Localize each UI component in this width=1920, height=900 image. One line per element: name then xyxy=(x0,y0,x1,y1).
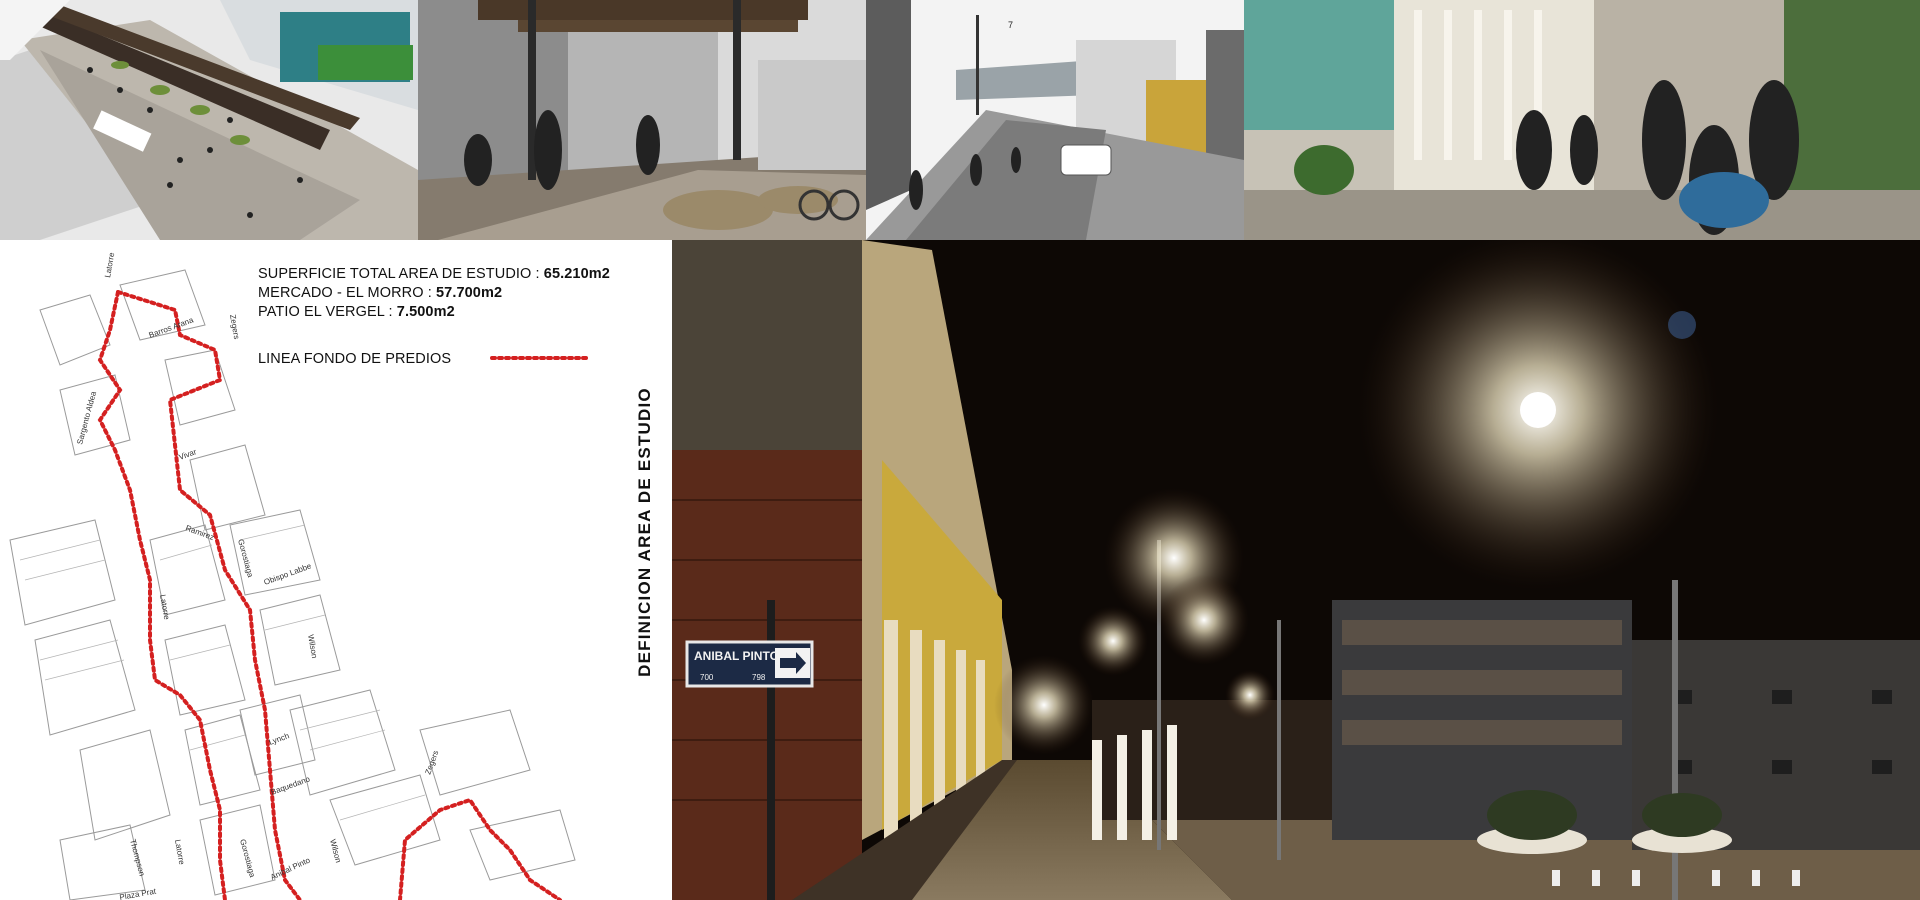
study-area-map-drawing: Latorre Barros Arana Zegers Sargento Ald… xyxy=(9,251,576,900)
market-area-value: 57.700m2 xyxy=(436,285,503,301)
render-label: 7 xyxy=(1008,20,1013,30)
street-sign-number-left: 700 xyxy=(700,673,714,682)
street-label: Lynch xyxy=(268,731,291,747)
render-market-street-drawing: 7 xyxy=(866,0,1244,240)
street-label: Gorostiaga xyxy=(236,538,255,579)
street-label: Latorre xyxy=(158,594,171,621)
street-label: Latorre xyxy=(103,251,116,278)
study-area-title-text: DEFINICION AREA DE ESTUDIO xyxy=(635,387,654,677)
street-sign-name: ANIBAL PINTO xyxy=(694,649,779,663)
patio-area-line: PATIO EL VERGEL : 7.500m2 xyxy=(258,304,455,320)
render-pergola-street-drawing xyxy=(418,0,866,240)
total-area-label: SUPERFICIE TOTAL AREA DE ESTUDIO : xyxy=(258,266,544,282)
street-label: Wilson xyxy=(306,634,319,659)
render-market-street: 7 xyxy=(866,0,1244,240)
photo-plaza-people xyxy=(1244,0,1920,240)
total-area-line: SUPERFICIE TOTAL AREA DE ESTUDIO : 65.21… xyxy=(258,266,610,282)
property-line-route xyxy=(116,290,302,900)
photo-plaza-people-drawing xyxy=(1244,0,1920,240)
street-label: Zegers xyxy=(423,749,440,775)
street-label: Wilson xyxy=(328,838,343,864)
street-label: Baquedano xyxy=(270,774,312,797)
patio-area-value: 7.500m2 xyxy=(396,304,455,320)
street-label: Zegers xyxy=(228,314,241,340)
market-area-line: MERCADO - EL MORRO : 57.700m2 xyxy=(258,285,502,301)
street-label: Anibal Pinto xyxy=(269,855,312,881)
street-label: Plaza Prat xyxy=(119,887,158,900)
street-label: Thompson xyxy=(128,838,146,877)
legend-label: LINEA FONDO DE PREDIOS xyxy=(258,351,452,367)
photo-night-street: ANIBAL PINTO 700 798 xyxy=(672,240,1920,900)
render-plaza-aerial-drawing xyxy=(0,0,418,240)
street-label: Latorre xyxy=(173,839,186,866)
photo-night-street-drawing: ANIBAL PINTO 700 798 xyxy=(672,240,1920,900)
street-sign: ANIBAL PINTO 700 798 xyxy=(685,640,814,688)
street-label: Gorostiaga xyxy=(238,838,257,879)
patio-area-label: PATIO EL VERGEL : xyxy=(258,304,397,320)
street-label: Sargento Aldea xyxy=(75,390,98,446)
street-sign-number-right: 798 xyxy=(752,673,766,682)
street-label: Vivar xyxy=(178,447,198,462)
legend-dotted-line xyxy=(490,356,590,360)
total-area-value: 65.210m2 xyxy=(543,266,610,282)
street-label: Barros Arana xyxy=(148,315,195,340)
render-plaza-aerial xyxy=(0,0,418,240)
render-pergola-street xyxy=(418,0,866,240)
study-area-map: Latorre Barros Arana Zegers Sargento Ald… xyxy=(0,240,640,900)
market-area-label: MERCADO - EL MORRO : xyxy=(258,285,436,301)
